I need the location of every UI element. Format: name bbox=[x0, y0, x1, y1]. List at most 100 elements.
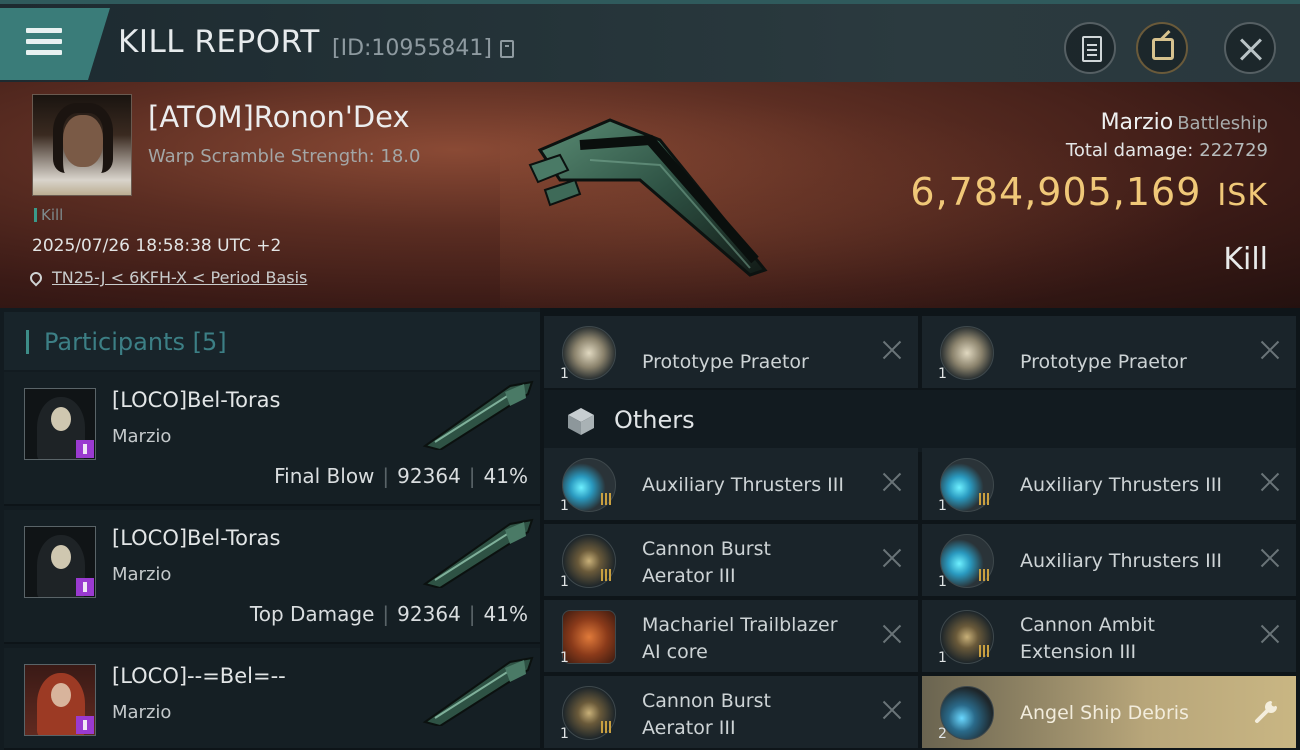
thruster-icon bbox=[940, 458, 994, 512]
tier-3-icon bbox=[979, 645, 989, 657]
item-name-line2: Aerator III bbox=[642, 717, 736, 739]
item-module[interactable]: 1 Cannon Burst Aerator III bbox=[544, 524, 918, 596]
others-section-header: Others bbox=[544, 390, 1296, 452]
copy-icon[interactable] bbox=[500, 40, 514, 58]
thruster-icon bbox=[940, 534, 994, 588]
item-name-line1: Cannon Burst bbox=[642, 538, 771, 560]
location[interactable]: TN25-J < 6KFH-X < Period Basis bbox=[27, 268, 307, 287]
participant-ship: Marzio bbox=[112, 426, 172, 447]
corp-badge-icon bbox=[76, 440, 94, 458]
participant-damage: 92364 bbox=[397, 464, 461, 488]
item-quantity: 1 bbox=[560, 726, 569, 742]
wrench-icon bbox=[1255, 701, 1277, 723]
total-damage-value: 222729 bbox=[1199, 140, 1268, 161]
victim-name[interactable]: [ATOM]Ronon'Dex bbox=[148, 100, 410, 134]
tier-3-icon bbox=[601, 493, 611, 505]
stats-separator: | bbox=[382, 464, 390, 488]
drone-icon bbox=[562, 326, 616, 380]
item-drone[interactable]: 1 Prototype Praetor bbox=[922, 316, 1296, 388]
participant-damage: 92364 bbox=[397, 602, 461, 626]
stats-separator: | bbox=[468, 602, 476, 626]
item-quantity: 2 bbox=[938, 726, 947, 742]
isk-value: 6,784,905,169 ISK bbox=[910, 170, 1268, 214]
cannon-module-icon bbox=[562, 686, 616, 740]
participants-count: [5] bbox=[192, 328, 227, 356]
drone-icon bbox=[940, 326, 994, 380]
participant-row[interactable]: [LOCO]--=Bel=-- Marzio bbox=[4, 648, 540, 750]
participant-name: [LOCO]--=Bel=-- bbox=[112, 664, 286, 688]
destroyed-x-icon bbox=[882, 624, 902, 644]
tier-3-icon bbox=[979, 493, 989, 505]
cannon-module-icon bbox=[940, 610, 994, 664]
destroyed-x-icon bbox=[882, 700, 902, 720]
corp-badge-icon bbox=[76, 716, 94, 734]
participant-role: Final Blow bbox=[274, 464, 375, 488]
total-damage: Total damage: 222729 bbox=[1066, 140, 1268, 161]
item-module[interactable]: 1 Machariel Trailblazer AI core bbox=[544, 600, 918, 672]
participant-row[interactable]: [LOCO]Bel-Toras Marzio Final Blow | 92364 |… bbox=[4, 372, 540, 506]
item-name-line2: Extension III bbox=[1020, 641, 1137, 663]
item-module[interactable]: 1 Auxiliary Thrusters III bbox=[544, 448, 918, 520]
item-quantity: 1 bbox=[560, 650, 569, 666]
top-bar: KILL REPORT [ID:10955841] bbox=[0, 0, 1300, 82]
result-label: Kill bbox=[1223, 242, 1268, 277]
clipboard-button[interactable] bbox=[1064, 22, 1116, 74]
item-name: Prototype Praetor bbox=[642, 351, 809, 373]
portrait-face bbox=[63, 115, 103, 167]
participant-portrait bbox=[24, 526, 96, 598]
ship-type: Marzio Battleship bbox=[1101, 110, 1268, 135]
participant-ship-image bbox=[422, 518, 534, 588]
item-name: Auxiliary Thrusters III bbox=[642, 474, 844, 496]
ship-name: Marzio bbox=[1100, 110, 1174, 135]
kill-banner: [ATOM]Ronon'Dex Warp Scramble Strength: … bbox=[0, 82, 1300, 308]
item-module[interactable]: 1 Auxiliary Thrusters III bbox=[922, 524, 1296, 596]
destroyed-x-icon bbox=[882, 548, 902, 568]
warp-scramble-strength: Warp Scramble Strength: 18.0 bbox=[148, 146, 421, 167]
share-button[interactable] bbox=[1136, 22, 1188, 74]
ai-core-icon bbox=[562, 610, 616, 664]
isk-amount: 6,784,905,169 bbox=[910, 170, 1202, 214]
item-drone[interactable]: 1 Prototype Praetor bbox=[544, 316, 918, 388]
participant-name: [LOCO]Bel-Toras bbox=[112, 526, 281, 550]
menu-icon-bar bbox=[26, 50, 62, 55]
item-module[interactable]: 1 Cannon Ambit Extension III bbox=[922, 600, 1296, 672]
location-link[interactable]: TN25-J < 6KFH-X < Period Basis bbox=[52, 268, 307, 287]
total-damage-label: Total damage: bbox=[1065, 140, 1194, 161]
destroyed-x-icon bbox=[1260, 340, 1280, 360]
tier-2-icon bbox=[601, 721, 611, 733]
participant-row[interactable]: [LOCO]Bel-Toras Marzio Top Damage | 92364 |… bbox=[4, 510, 540, 644]
participants-label: Participants bbox=[44, 328, 185, 356]
kill-tag: Kill bbox=[34, 206, 63, 224]
participant-stats: Top Damage | 92364 | 41% bbox=[250, 602, 528, 626]
item-quantity: 1 bbox=[938, 366, 947, 382]
participant-portrait bbox=[24, 664, 96, 736]
stats-separator: | bbox=[382, 602, 390, 626]
item-quantity: 1 bbox=[560, 498, 569, 514]
menu-icon bbox=[26, 28, 62, 33]
destroyed-x-icon bbox=[1260, 548, 1280, 568]
item-quantity: 1 bbox=[560, 574, 569, 590]
page-title: KILL REPORT bbox=[118, 24, 320, 60]
participants-header: Participants [5] bbox=[4, 312, 540, 370]
participant-name: [LOCO]Bel-Toras bbox=[112, 388, 281, 412]
close-button[interactable] bbox=[1224, 22, 1276, 74]
destroyed-x-icon bbox=[1260, 624, 1280, 644]
victim-portrait[interactable] bbox=[32, 94, 132, 196]
participant-ship: Marzio bbox=[112, 564, 172, 585]
tier-3-icon bbox=[601, 569, 611, 581]
destroyed-x-icon bbox=[882, 472, 902, 492]
item-name-line2: Aerator III bbox=[642, 565, 736, 587]
participant-stats: Final Blow | 92364 | 41% bbox=[274, 464, 528, 488]
item-module[interactable]: 1 Cannon Burst Aerator III bbox=[544, 676, 918, 748]
item-name-line1: Machariel Trailblazer bbox=[642, 614, 838, 636]
items-panel: 1 Prototype Praetor 1 Prototype Praetor … bbox=[540, 308, 1300, 750]
item-quantity: 1 bbox=[938, 650, 947, 666]
destroyed-x-icon bbox=[1260, 472, 1280, 492]
item-dropped[interactable]: 2 Angel Ship Debris bbox=[922, 676, 1296, 748]
item-name-line1: Cannon Burst bbox=[642, 690, 771, 712]
menu-button[interactable] bbox=[0, 8, 110, 80]
stats-separator: | bbox=[468, 464, 476, 488]
item-module[interactable]: 1 Auxiliary Thrusters III bbox=[922, 448, 1296, 520]
item-quantity: 1 bbox=[560, 366, 569, 382]
item-quantity: 1 bbox=[938, 498, 947, 514]
